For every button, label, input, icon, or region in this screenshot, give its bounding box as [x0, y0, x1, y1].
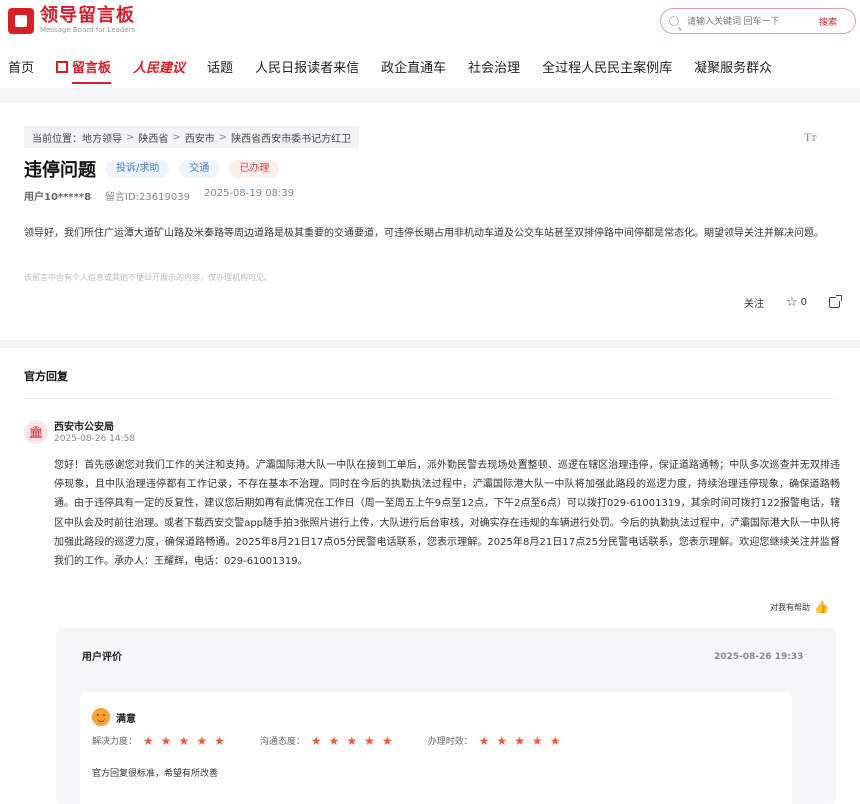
- star-icon: ★: [549, 733, 561, 748]
- message-id: 留言ID:23619039: [105, 192, 190, 203]
- search-box: 搜索: [660, 8, 856, 34]
- evaluation-detail: 满意 解决力度： ★ ★ ★ ★ ★ 沟通态度： ★ ★ ★ ★ ★ 办理时效： ★ ★ ★ ★ ★ 官…: [80, 692, 792, 804]
- nav-people-suggestions[interactable]: 人民建议: [133, 57, 185, 76]
- nav-social-governance[interactable]: 社会治理: [468, 57, 520, 76]
- star-icon[interactable]: ☆: [786, 295, 798, 310]
- privacy-notice: 该留言中含有个人信息或其他不便公开展示的内容，仅办理机构可见。: [24, 273, 272, 282]
- nav-readers-letters[interactable]: 人民日报读者来信: [255, 57, 359, 76]
- breadcrumb-item[interactable]: 陕西省: [138, 130, 168, 145]
- star-icon: ★: [196, 733, 208, 748]
- breadcrumb-item[interactable]: 当前位置：地方领导: [32, 130, 122, 145]
- font-size-icon[interactable]: Tт: [804, 130, 817, 145]
- bank-icon: 🏛: [24, 420, 48, 444]
- rating-communication: 沟通态度： ★ ★ ★ ★ ★: [260, 734, 400, 748]
- helpful-button[interactable]: 对我有帮助 👍: [770, 600, 829, 614]
- reply-heading: 官方回复: [24, 370, 68, 383]
- nav-gov-enterprise[interactable]: 政企直通车: [381, 57, 446, 76]
- nav-topics[interactable]: 话题: [207, 57, 233, 76]
- evaluation-level: 满意: [116, 714, 136, 725]
- message-user: 用户10*****8: [24, 192, 92, 203]
- star-icon: ★: [160, 733, 172, 748]
- breadcrumb-item[interactable]: 西安市: [185, 130, 215, 145]
- star-icon: ★: [346, 733, 358, 748]
- star-rating: ★ ★ ★ ★ ★: [479, 735, 568, 747]
- message-actions: 关注 ☆ 0: [744, 295, 843, 310]
- star-count: 0: [800, 297, 808, 308]
- follow-button[interactable]: 关注: [744, 295, 764, 310]
- evaluation-title: 用户评价: [82, 652, 122, 663]
- logo-icon: [8, 7, 34, 34]
- star-rating: ★ ★ ★ ★ ★: [311, 735, 400, 747]
- helpful-label: 对我有帮助: [770, 602, 810, 612]
- nav-democracy-cases[interactable]: 全过程人民民主案例库: [542, 57, 672, 76]
- reply-content: 您好！首先感谢您对我们工作的关注和支持。浐灞国际港大队一中队在接到工单后，派外勤…: [54, 460, 840, 568]
- star-icon: ★: [214, 733, 225, 748]
- user-evaluation: 用户评价 2025-08-26 19:33 满意 解决力度： ★ ★ ★ ★ ★ 沟通态…: [56, 628, 836, 804]
- main-nav: 首页 留言板 人民建议 话题 人民日报读者来信 政企直通车 社会治理 全过程人民…: [0, 52, 794, 84]
- evaluation-comment: 官方回复很标准，希望有所改善: [92, 769, 219, 779]
- smile-icon: [92, 708, 110, 726]
- evaluation-time: 2025-08-26 19:33: [714, 652, 804, 662]
- reply-time: 2025-08-26 14:58: [54, 434, 136, 444]
- star-icon: ★: [478, 733, 490, 748]
- ratings: 解决力度： ★ ★ ★ ★ ★ 沟通态度： ★ ★ ★ ★ ★ 办理时效： ★ ★ ★ ★ ★: [92, 734, 596, 748]
- star-icon: ★: [496, 733, 508, 748]
- thumbs-up-icon: 👍: [814, 600, 829, 614]
- nav-message-board[interactable]: 留言板: [56, 57, 112, 84]
- tag-category: 投诉/求助: [106, 160, 170, 178]
- star-icon: ★: [532, 733, 543, 748]
- divider: [24, 398, 836, 399]
- reply-org: 西安市公安局: [54, 422, 114, 433]
- search-button[interactable]: 搜索: [819, 15, 837, 28]
- logo-title: 领导留言板: [40, 5, 135, 26]
- site-header: 领导留言板 Message Board for Leaders 搜索 首页 留言…: [0, 0, 860, 88]
- rating-resolution: 解决力度： ★ ★ ★ ★ ★: [92, 734, 232, 748]
- site-logo[interactable]: 领导留言板 Message Board for Leaders: [8, 6, 135, 35]
- star-icon: ★: [178, 733, 190, 748]
- reply-card: 官方回复 🏛 西安市公安局 2025-08-26 14:58 您好！首先感谢您对…: [0, 348, 860, 804]
- star-icon: ★: [328, 733, 340, 748]
- star-icon: ★: [310, 733, 322, 748]
- nav-serve-people[interactable]: 凝聚服务群众: [694, 57, 772, 76]
- nav-home[interactable]: 首页: [8, 57, 34, 76]
- edit-icon: [56, 60, 69, 73]
- message-card: 当前位置：地方领导 > 陕西省 > 西安市 > 陕西省西安市委书记方红卫 Tт …: [0, 103, 860, 340]
- message-meta: 用户10*****8 留言ID:23619039 2025-08-19 08:3…: [24, 188, 308, 203]
- message-title: 违停问题: [24, 160, 96, 181]
- search-input[interactable]: [687, 16, 813, 26]
- message-time: 2025-08-19 08:39: [203, 188, 295, 199]
- rating-timeliness: 办理时效： ★ ★ ★ ★ ★: [428, 734, 568, 748]
- star-icon: ★: [143, 733, 154, 748]
- star-rating: ★ ★ ★ ★ ★: [143, 735, 232, 747]
- search-icon: [669, 16, 679, 26]
- breadcrumb-item[interactable]: 陕西省西安市委书记方红卫: [231, 130, 351, 145]
- tag-field: 交通: [179, 160, 220, 178]
- breadcrumb: 当前位置：地方领导 > 陕西省 > 西安市 > 陕西省西安市委书记方红卫: [24, 126, 360, 148]
- logo-subtitle: Message Board for Leaders: [40, 26, 136, 34]
- status-badge: 已办理: [229, 160, 280, 178]
- star-icon: ★: [381, 733, 393, 748]
- star-icon: ★: [514, 733, 525, 748]
- star-icon: ★: [364, 733, 375, 748]
- message-content: 领导好，我们所住广运潭大道矿山路及米秦路等周边道路是极其重要的交通要道，可违停长…: [24, 228, 824, 239]
- share-icon[interactable]: [829, 295, 843, 308]
